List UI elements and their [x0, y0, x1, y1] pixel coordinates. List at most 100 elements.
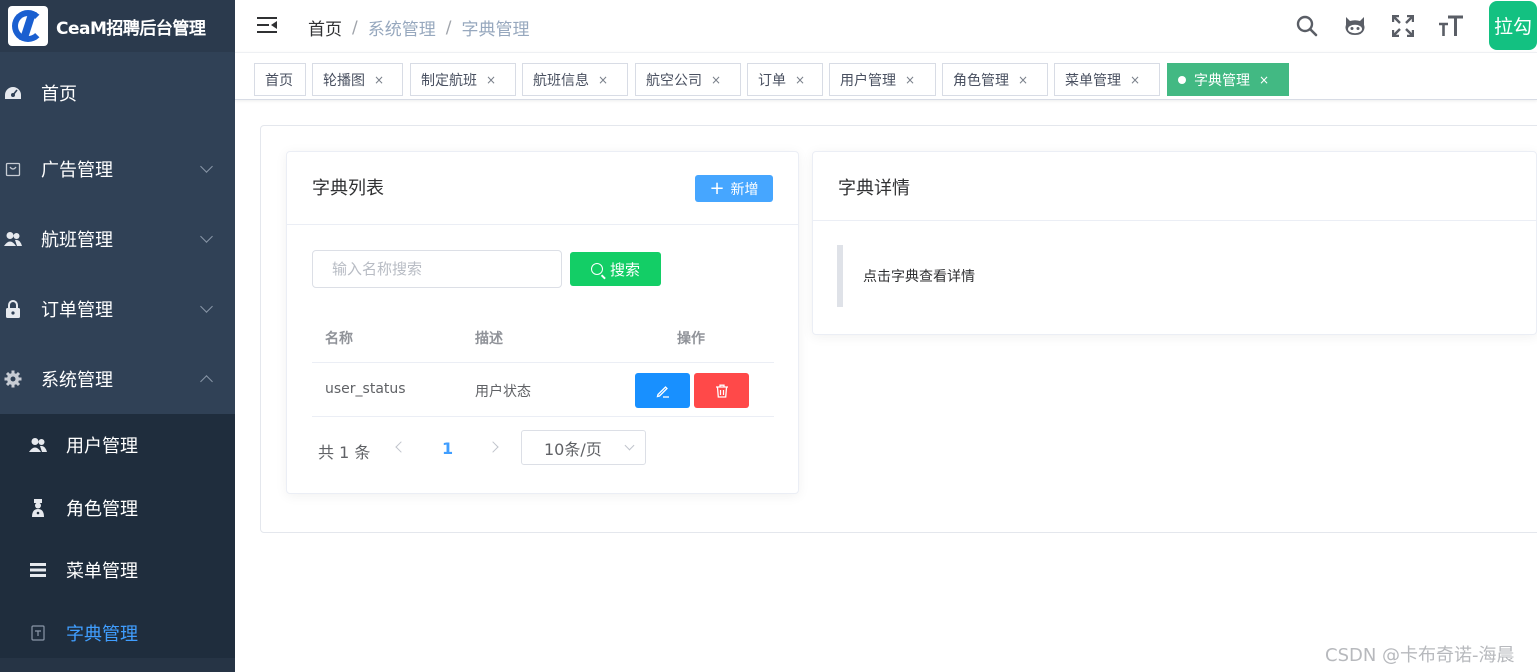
edit-button[interactable] — [635, 373, 690, 408]
search-input[interactable] — [312, 250, 562, 288]
tag-carousel[interactable]: 轮播图 × — [312, 63, 403, 96]
page-size-select[interactable]: 10条/页 — [521, 430, 646, 465]
tag-role-management[interactable]: 角色管理 × — [942, 63, 1048, 96]
breadcrumb-system: 系统管理 — [367, 20, 436, 40]
sidebar-item-flights[interactable]: 航班管理 — [0, 204, 235, 274]
tag-home[interactable]: 首页 — [254, 63, 306, 96]
active-dot-icon — [1178, 75, 1186, 84]
github-icon[interactable] — [1342, 13, 1368, 39]
column-header-actions: 操作 — [677, 331, 705, 347]
close-icon[interactable]: × — [905, 73, 915, 87]
divider — [813, 220, 1536, 221]
edit-icon — [656, 385, 669, 398]
close-icon[interactable]: × — [1259, 73, 1269, 87]
pagination-total: 共 1 条 — [318, 443, 371, 462]
detail-tip-text: 点击字典查看详情 — [863, 269, 975, 285]
sidebar-item-label: 字典管理 — [66, 623, 138, 645]
chevron-down-icon — [200, 300, 213, 313]
tag-label: 航空公司 — [646, 72, 702, 89]
chevron-right-icon[interactable] — [487, 441, 499, 453]
tag-orders[interactable]: 订单 × — [747, 63, 823, 96]
tag-menu-management[interactable]: 菜单管理 × — [1054, 63, 1160, 96]
gear-icon — [4, 370, 22, 388]
tag-label: 制定航班 — [421, 72, 477, 89]
add-button[interactable]: + 新增 — [695, 175, 773, 202]
sidebar: CeaM招聘后台管理 首页 广告管理 航班管理 订单管理 系统管理 用户管理 角… — [0, 0, 235, 672]
people-icon — [4, 230, 22, 248]
close-icon[interactable]: × — [1130, 73, 1140, 87]
sidebar-item-label: 菜单管理 — [66, 561, 138, 583]
close-icon[interactable]: × — [486, 73, 496, 87]
dictionary-list-card: 字典列表 + 新增 搜索 名称 描述 操作 user_status 用户状态 共… — [286, 151, 799, 494]
sidebar-item-dictionary-management[interactable]: 字典管理 — [0, 602, 235, 665]
close-icon[interactable]: × — [374, 73, 384, 87]
dashboard-icon — [4, 84, 22, 102]
table-header-divider — [312, 362, 774, 363]
system-submenu: 用户管理 角色管理 菜单管理 字典管理 — [0, 414, 235, 664]
breadcrumb: 首页 / 系统管理 / 字典管理 — [308, 15, 529, 41]
tag-airline[interactable]: 航空公司 × — [635, 63, 741, 96]
navbar: 首页 / 系统管理 / 字典管理 拉勾 — [235, 0, 1537, 52]
page-size-value: 10条/页 — [544, 439, 602, 459]
chevron-up-icon — [200, 375, 213, 388]
tag-label: 字典管理 — [1194, 72, 1250, 89]
add-button-label: 新增 — [730, 181, 759, 198]
tags-view: 首页 轮播图 × 制定航班 × 航班信息 × 航空公司 × 订单 × 用户管理 … — [235, 52, 1537, 100]
sidebar-item-ads[interactable]: 广告管理 — [0, 134, 235, 204]
table-row-divider — [312, 416, 774, 417]
app-title: CeaM招聘后台管理 — [56, 18, 206, 39]
sidebar-item-role-management[interactable]: 角色管理 — [0, 477, 235, 540]
tag-user-management[interactable]: 用户管理 × — [829, 63, 936, 96]
close-icon[interactable]: × — [711, 73, 721, 87]
hamburger-icon[interactable] — [257, 16, 277, 34]
column-header-name: 名称 — [325, 331, 353, 347]
delete-button[interactable] — [694, 373, 749, 408]
sidebar-item-menu-management[interactable]: 菜单管理 — [0, 539, 235, 602]
app-main: 字典列表 + 新增 搜索 名称 描述 操作 user_status 用户状态 共… — [260, 125, 1537, 533]
sidebar-item-label: 航班管理 — [41, 230, 113, 251]
font-size-icon[interactable] — [1438, 13, 1464, 39]
search-button[interactable]: 搜索 — [570, 252, 661, 286]
sidebar-item-label: 广告管理 — [41, 160, 113, 181]
close-icon[interactable]: × — [598, 73, 608, 87]
close-icon[interactable]: × — [795, 73, 805, 87]
divider — [287, 224, 798, 225]
dictionary-detail-card: 字典详情 点击字典查看详情 — [812, 151, 1537, 335]
tag-label: 轮播图 — [323, 72, 365, 89]
pagination-page[interactable]: 1 — [442, 439, 453, 458]
sidebar-item-orders[interactable]: 订单管理 — [0, 274, 235, 344]
role-icon — [29, 498, 47, 517]
close-icon[interactable]: × — [1018, 73, 1028, 87]
sidebar-item-label: 订单管理 — [41, 300, 113, 321]
search-button-label: 搜索 — [609, 260, 640, 279]
fullscreen-icon[interactable] — [1390, 13, 1416, 39]
search-icon[interactable] — [1294, 13, 1320, 39]
tag-label: 角色管理 — [953, 72, 1009, 89]
sidebar-item-label: 角色管理 — [66, 498, 138, 520]
watermark: CSDN @卡布奇诺-海晨 — [1325, 645, 1515, 666]
tag-schedule-flight[interactable]: 制定航班 × — [410, 63, 516, 96]
tag-label: 菜单管理 — [1065, 72, 1121, 89]
chevron-down-icon — [200, 230, 213, 243]
logo[interactable]: CeaM招聘后台管理 — [0, 0, 235, 52]
sidebar-item-system[interactable]: 系统管理 — [0, 344, 235, 414]
avatar[interactable]: 拉勾 — [1489, 1, 1537, 50]
sidebar-item-user-management[interactable]: 用户管理 — [0, 414, 235, 477]
chevron-down-icon — [624, 440, 635, 451]
chevron-left-icon[interactable] — [395, 441, 407, 453]
dictionary-icon — [29, 624, 47, 642]
lock-icon — [4, 300, 22, 318]
tag-dictionary-management[interactable]: 字典管理 × — [1167, 63, 1289, 96]
tag-label: 首页 — [265, 72, 293, 89]
breadcrumb-home[interactable]: 首页 — [308, 15, 342, 40]
shopping-bag-icon — [4, 160, 22, 178]
card-title: 字典详情 — [838, 178, 910, 199]
sidebar-item-label: 用户管理 — [66, 436, 138, 458]
search-icon — [590, 263, 603, 275]
tag-label: 用户管理 — [840, 72, 896, 89]
tag-flight-info[interactable]: 航班信息 × — [522, 63, 628, 96]
chevron-down-icon — [200, 160, 213, 173]
sidebar-item-home[interactable]: 首页 — [0, 52, 235, 134]
logo-icon — [8, 6, 48, 46]
list-icon — [29, 561, 47, 579]
